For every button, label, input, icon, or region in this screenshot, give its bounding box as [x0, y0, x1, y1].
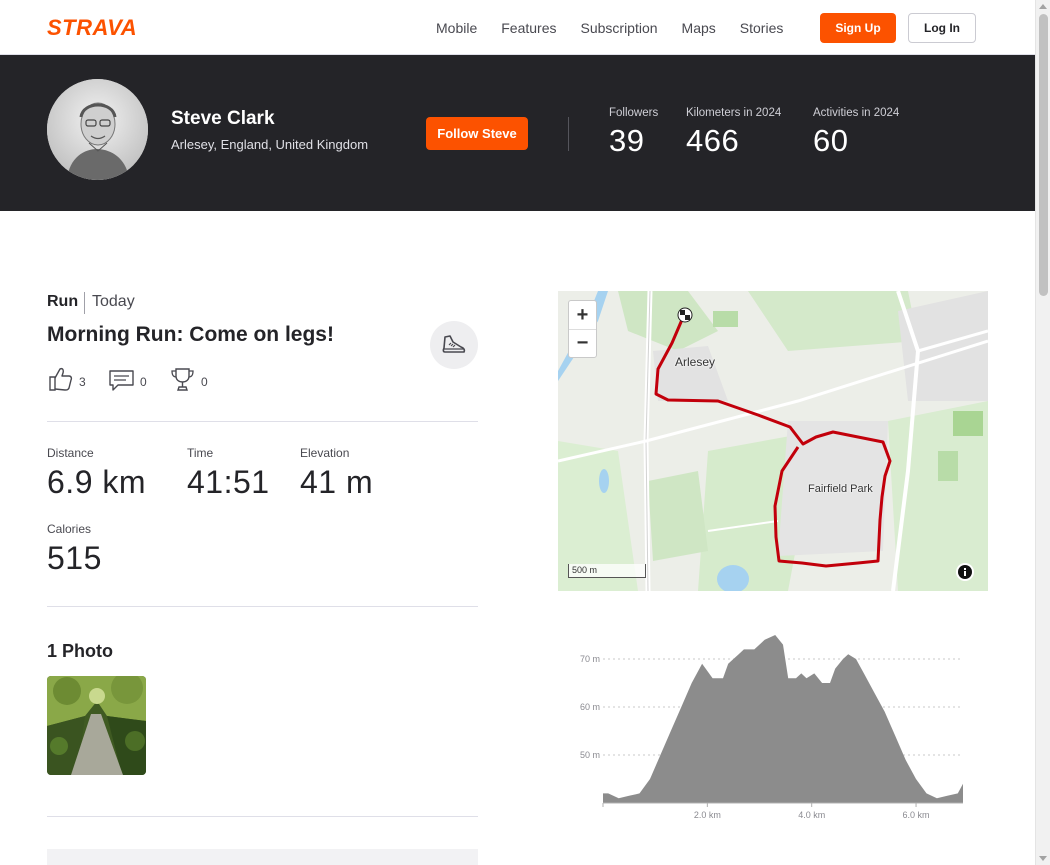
stat-value: 39	[609, 123, 645, 158]
y-tick-label: 70 m	[580, 654, 600, 664]
route-map[interactable]: + − Arlesey Fairfield Park 500 m	[558, 291, 988, 591]
y-tick-label: 60 m	[580, 702, 600, 712]
stat-value: 60	[813, 123, 849, 158]
divider	[47, 421, 478, 422]
athlete-name[interactable]: Steve Clark	[171, 108, 275, 130]
metric-distance: Distance 6.9 km	[47, 446, 146, 501]
activity-type-divider	[84, 292, 85, 314]
header-divider	[568, 117, 569, 151]
map-canvas	[558, 291, 988, 591]
map-scale: 500 m	[568, 564, 646, 578]
follow-button[interactable]: Follow Steve	[426, 117, 528, 150]
kudos-count: 3	[79, 374, 86, 389]
metric-calories: Calories 515	[47, 522, 102, 577]
nav-link-subscription[interactable]: Subscription	[581, 20, 658, 36]
elevation-chart-svg: 70 m 60 m 50 m 2.0 km 4.0 km 6.0 km	[580, 635, 963, 820]
comment-icon	[109, 366, 134, 397]
metric-elevation: Elevation 41 m	[300, 446, 373, 501]
divider	[47, 816, 478, 817]
x-tick-label: 2.0 km	[694, 810, 721, 820]
trophy-icon	[170, 366, 195, 397]
stat-kilometers: Kilometers in 2024 466	[686, 107, 781, 159]
comments-button[interactable]: 0	[109, 366, 147, 397]
map-label-area: Fairfield Park	[808, 483, 873, 495]
map-label-town: Arlesey	[675, 355, 716, 369]
athlete-location: Arlesey, England, United Kingdom	[171, 137, 369, 152]
scroll-down-arrow[interactable]	[1039, 856, 1047, 861]
shoe-icon	[430, 321, 478, 369]
activity-type: Run	[47, 293, 79, 310]
metric-label: Distance	[47, 446, 94, 460]
comments-count: 0	[140, 374, 147, 389]
info-icon[interactable]	[956, 563, 974, 581]
metric-label: Time	[187, 446, 214, 460]
photos-title: 1 Photo	[47, 641, 113, 661]
elevation-chart: 70 m 60 m 50 m 2.0 km 4.0 km 6.0 km	[558, 625, 988, 830]
stat-label: Activities in 2024	[813, 107, 900, 119]
activity-date: Today	[92, 293, 135, 310]
metric-value: 41 m	[300, 464, 374, 500]
bottom-card	[47, 849, 478, 865]
sign-up-button[interactable]: Sign Up	[820, 13, 896, 43]
x-tick-label: 6.0 km	[903, 810, 930, 820]
nav-link-maps[interactable]: Maps	[682, 20, 716, 36]
zoom-in-button[interactable]: +	[569, 301, 596, 329]
athlete-header: Steve Clark Arlesey, England, United Kin…	[0, 55, 1035, 211]
kudos-button[interactable]: 3	[48, 366, 86, 397]
nav-link-mobile[interactable]: Mobile	[436, 20, 477, 36]
log-in-button[interactable]: Log In	[908, 13, 976, 43]
strava-logo-text: STRAVA	[47, 16, 137, 38]
stat-value: 466	[686, 123, 740, 158]
top-nav: STRAVA Mobile Features Subscription Maps…	[0, 0, 1035, 55]
stat-followers: Followers 39	[609, 107, 658, 159]
divider	[47, 606, 478, 607]
metric-value: 515	[47, 540, 102, 576]
activity-photo[interactable]	[47, 676, 146, 775]
avatar[interactable]	[47, 79, 148, 180]
activity-title[interactable]: Morning Run: Come on legs!	[47, 323, 334, 347]
metric-value: 41:51	[187, 464, 270, 500]
elevation-area[interactable]	[603, 635, 963, 803]
nav-link-stories[interactable]: Stories	[740, 20, 784, 36]
achievements-button[interactable]: 0	[170, 366, 208, 397]
metric-value: 6.9 km	[47, 464, 147, 500]
zoom-out-button[interactable]: −	[569, 329, 596, 357]
nav-link-features[interactable]: Features	[501, 20, 556, 36]
achievements-count: 0	[201, 374, 208, 389]
scroll-up-arrow[interactable]	[1039, 4, 1047, 9]
stat-label: Kilometers in 2024	[686, 107, 782, 119]
x-tick-label: 4.0 km	[798, 810, 825, 820]
metric-label: Elevation	[300, 446, 350, 460]
metric-time: Time 41:51	[187, 446, 270, 501]
scrollbar[interactable]	[1035, 0, 1050, 865]
nav-links: Mobile Features Subscription Maps Storie…	[436, 0, 807, 55]
zoom-controls: + −	[568, 300, 597, 358]
scroll-thumb[interactable]	[1039, 14, 1048, 296]
thumbs-up-icon	[48, 366, 73, 397]
metric-label: Calories	[47, 522, 92, 536]
strava-logo[interactable]: STRAVA	[47, 15, 144, 40]
y-tick-label: 50 m	[580, 750, 600, 760]
stat-activities: Activities in 2024 60	[813, 107, 899, 159]
stat-label: Followers	[609, 107, 659, 119]
